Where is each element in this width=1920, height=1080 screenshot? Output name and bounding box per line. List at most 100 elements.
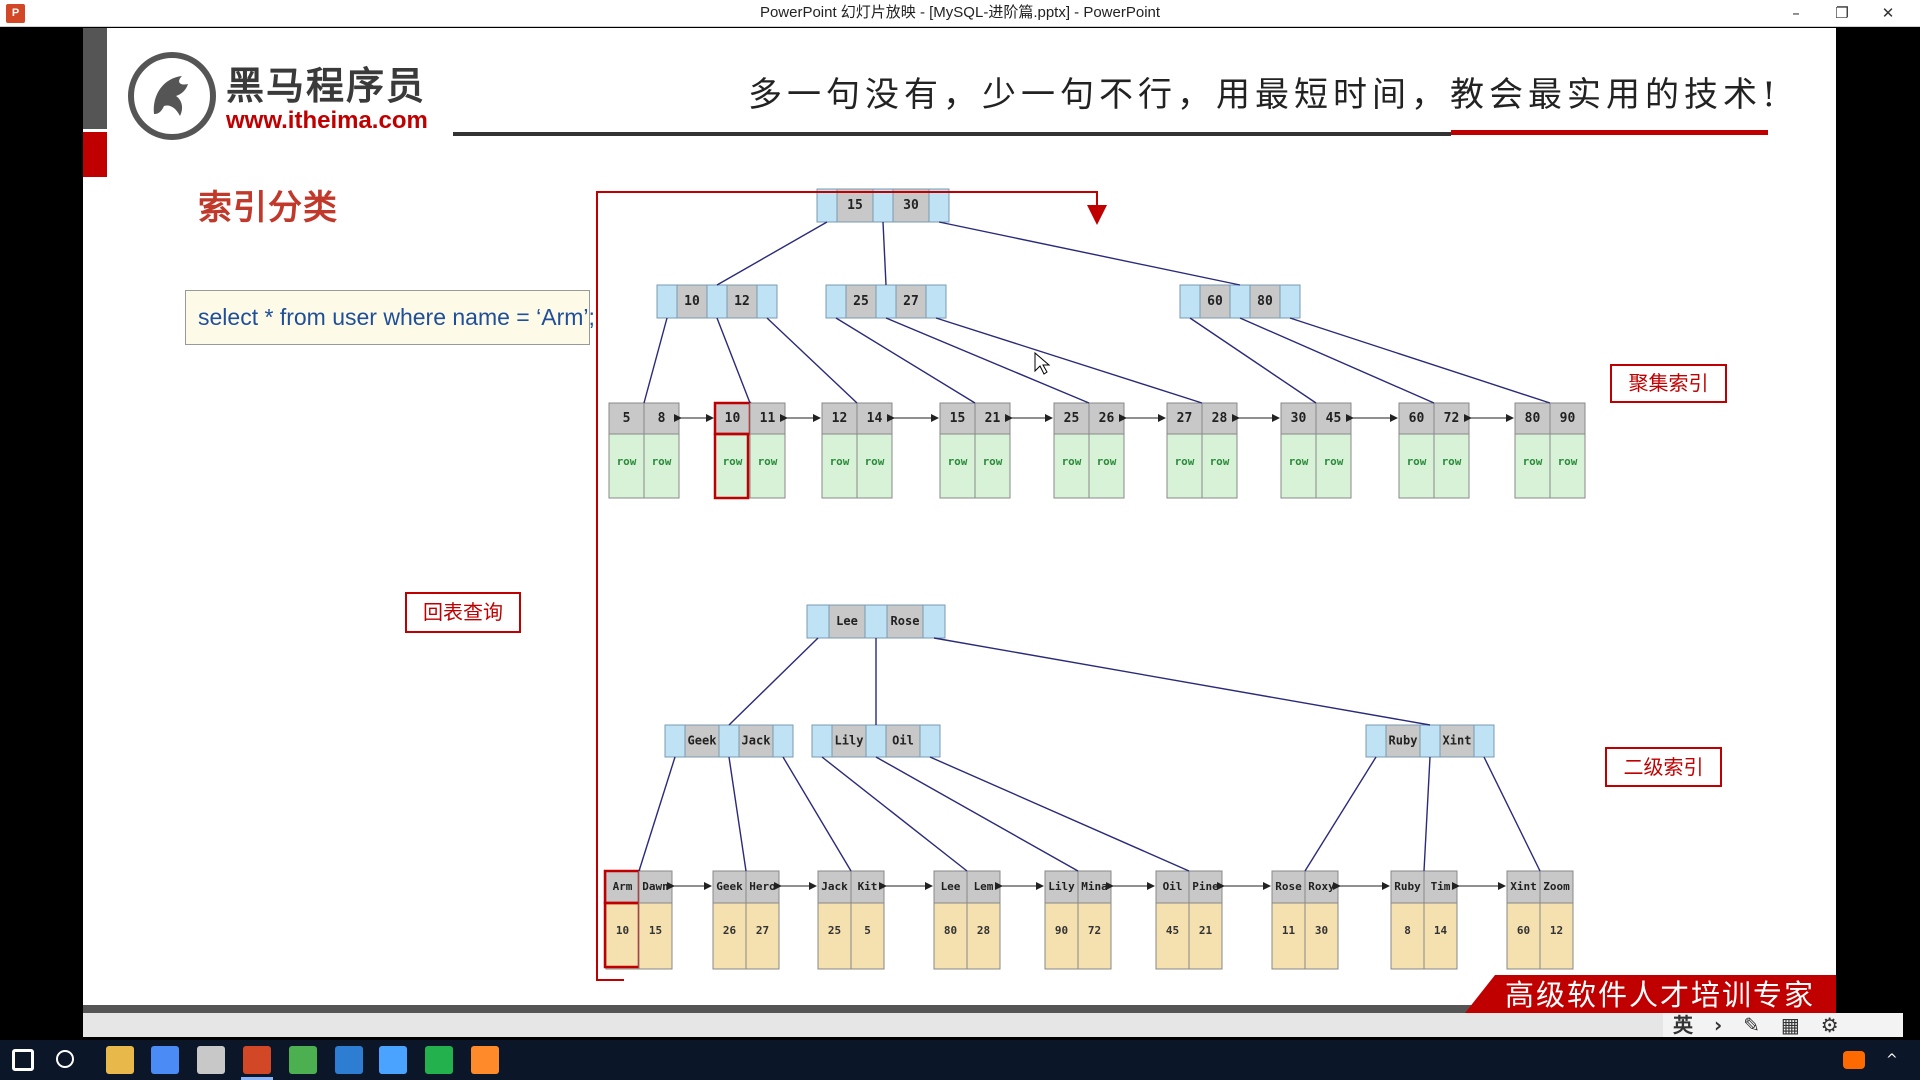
index-diagram: 15 30 10 12 25 27 60 80 5 row 8 row 10 row 11 row 12 row 1… [596,188,1586,981]
clustered-edge [766,317,858,404]
clustered-internal-key: 10 [684,294,700,309]
close-button[interactable]: ✕ [1865,0,1911,26]
slogan-banner: 高级软件人才培训专家 [1465,975,1836,1013]
clustered-leaf-key: 14 [867,411,883,426]
clustered-internal-pointer-cell [1229,284,1251,319]
mouse-cursor-icon [1034,351,1051,375]
secondary-id-value: 14 [1434,924,1448,937]
clustered-row-label: row [1097,455,1117,468]
secondary-internal-key: Xint [1443,734,1472,748]
secondary-internal-pointer-cell [1365,724,1387,758]
ime-indicator[interactable]: 英 [1673,1013,1693,1037]
secondary-leaf-key: Xint [1510,880,1537,893]
powerpoint-icon[interactable] [243,1046,271,1074]
clustered-edge [716,221,828,286]
secondary-leaf-key: Dawn [642,880,669,893]
secondary-root-key: Rose [891,614,920,628]
tray-expand-icon[interactable]: ^ [1886,1040,1898,1080]
secondary-leaf-key: Hero [749,880,776,893]
app-icon[interactable] [335,1046,363,1074]
clustered-internal-pointer-cell [706,284,728,319]
secondary-root-pointer-cell [922,604,946,639]
clustered-row-label: row [723,455,743,468]
clustered-row-label: row [1210,455,1230,468]
clustered-root-key: 15 [847,198,863,213]
secondary-internal-key: Geek [688,734,718,748]
slideshow-status-bar: 英 › ✎ ▦ ⚙ [83,1013,1903,1037]
secondary-edge [782,756,852,872]
secondary-id-value: 25 [828,924,841,937]
clustered-leaf-key: 80 [1525,411,1541,426]
clustered-internal-key: 12 [734,294,750,309]
secondary-internal-key: Jack [742,734,772,748]
secondary-id-value: 12 [1550,924,1563,937]
slide[interactable]: 黑马程序员 www.itheima.com 多一句没有，少一句不行，用最短时间，… [83,28,1836,1013]
clustered-internal-pointer-cell [875,284,897,319]
secondary-id-value: 45 [1166,924,1179,937]
secondary-edge [929,756,1190,872]
clustered-row-label: row [617,455,637,468]
clustered-row-label: row [1407,455,1427,468]
search-icon[interactable] [56,1050,74,1068]
slides-grid-icon[interactable]: ▦ [1781,1013,1800,1037]
secondary-leaf-key: Ruby [1394,880,1421,893]
clustered-root-pointer-cell [872,188,894,223]
secondary-internal-pointer-cell [811,724,833,758]
secondary-internal-key: Ruby [1389,734,1418,748]
pen-tool-icon[interactable]: ✎ [1743,1013,1760,1037]
minimize-button[interactable]: – [1773,0,1819,26]
clustered-leaf-key: 25 [1064,411,1080,426]
secondary-edge [821,756,968,872]
secondary-leaf-key: Oil [1163,880,1183,893]
secondary-root-key: Lee [836,614,858,628]
secondary-leaf-key: Arm [613,880,633,893]
remote-desktop-icon[interactable] [379,1046,407,1074]
clustered-leaf-key: 60 [1409,411,1425,426]
clustered-root-pointer-cell [816,188,838,223]
secondary-leaf-key: Pine [1192,880,1219,893]
secondary-leaf-key: Lily [1048,880,1075,893]
secondary-id-value: 15 [649,924,662,937]
clustered-leaf-key: 28 [1212,411,1228,426]
clustered-leaf-key: 45 [1326,411,1342,426]
notepad-icon[interactable] [289,1046,317,1074]
secondary-id-value: 10 [616,924,629,937]
clustered-internal-pointer-cell [1179,284,1201,319]
secondary-root-pointer-cell [864,604,888,639]
clustered-leaf-key: 11 [760,411,776,426]
clustered-internal-pointer-cell [925,284,947,319]
browser-icon[interactable] [197,1046,225,1074]
chrome-icon[interactable] [151,1046,179,1074]
clustered-row-label: row [1062,455,1082,468]
clustered-edge [1289,317,1551,404]
clustered-leaf-key: 10 [725,411,741,426]
slideshow-controls[interactable]: 英 › ✎ ▦ ⚙ [1663,1013,1903,1037]
secondary-leaf-key: Geek [716,880,743,893]
secondary-internal-key: Lily [835,734,864,748]
windows-start-icon[interactable] [12,1049,34,1071]
secondary-id-value: 11 [1282,924,1296,937]
restore-button[interactable]: ❐ [1819,0,1865,26]
window-title: PowerPoint 幻灯片放映 - [MySQL-进阶篇.pptx] - Po… [759,4,1161,21]
secondary-id-value: 5 [864,924,871,937]
secondary-leaf-key: Mina [1081,880,1108,893]
secondary-id-value: 60 [1517,924,1530,937]
clustered-internal-key: 25 [853,294,869,309]
secondary-edge [728,637,819,726]
file-explorer-icon[interactable] [106,1046,134,1074]
clustered-edge [938,221,1241,286]
clustered-row-label: row [948,455,968,468]
clustered-row-label: row [652,455,672,468]
datagrip-icon[interactable] [425,1046,453,1074]
app-orange-icon[interactable] [471,1046,499,1074]
next-arrow-icon[interactable]: › [1714,1013,1722,1037]
sogou-ime-icon[interactable] [1843,1051,1865,1069]
secondary-edge [1423,756,1431,872]
windows-taskbar: ^ [0,1040,1920,1080]
secondary-internal-pointer-cell [772,724,794,758]
secondary-internal-pointer-cell [1419,724,1441,758]
settings-gear-icon[interactable]: ⚙ [1821,1013,1839,1037]
secondary-root-pointer-cell [806,604,830,639]
secondary-id-value: 80 [944,924,957,937]
clustered-edge [1189,317,1317,404]
